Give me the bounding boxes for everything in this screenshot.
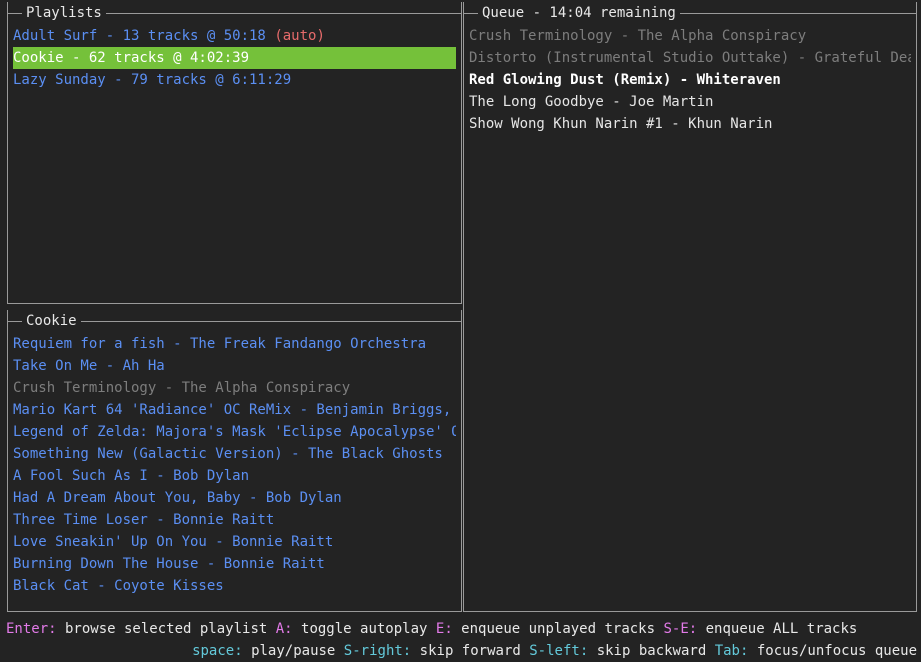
help-key: S-left:: [529, 643, 589, 659]
track-item[interactable]: Take On Me - Ah Ha: [13, 355, 456, 377]
track-item[interactable]: Crush Terminology - The Alpha Conspiracy: [13, 377, 456, 399]
queue-item-now-playing[interactable]: Red Glowing Dust (Remix) - Whiteraven: [469, 69, 911, 91]
track-item[interactable]: Black Cat - Coyote Kisses: [13, 575, 456, 597]
playlist-item-adult-surf[interactable]: Adult Surf - 13 tracks @ 50:18 (auto): [13, 25, 456, 47]
help-desc: skip forward: [411, 643, 530, 659]
help-desc: toggle autoplay: [292, 621, 436, 637]
help-desc: enqueue ALL tracks: [697, 621, 858, 637]
help-desc: focus/unfocus queue: [748, 643, 917, 659]
playlist-label: Adult Surf - 13 tracks @ 50:18: [13, 28, 266, 44]
queue-title: Queue - 14:04 remaining: [478, 2, 680, 24]
track-item[interactable]: Legend of Zelda: Majora's Mask 'Eclipse …: [13, 421, 456, 443]
help-key: E:: [435, 621, 453, 637]
queue-item[interactable]: The Long Goodbye - Joe Martin: [469, 91, 911, 113]
queue-pane: Queue - 14:04 remaining Crush Terminolog…: [463, 2, 917, 612]
track-item[interactable]: Requiem for a fish - The Freak Fandango …: [13, 333, 456, 355]
queue-item-played[interactable]: Crush Terminology - The Alpha Conspiracy: [469, 25, 911, 47]
track-item[interactable]: Love Sneakin' Up On You - Bonnie Raitt: [13, 531, 456, 553]
help-line-2: space: play/pause S-right: skip forward …: [6, 640, 917, 662]
help-desc: enqueue unplayed tracks: [452, 621, 664, 637]
playlists-title: Playlists: [22, 2, 106, 24]
help-key: S-E:: [663, 621, 698, 637]
help-key: Enter:: [6, 621, 57, 637]
help-line-1: Enter: browse selected playlist A: toggl…: [6, 618, 917, 640]
playlist-item-cookie[interactable]: Cookie - 62 tracks @ 4:02:39: [13, 47, 456, 69]
help-key: Tab:: [714, 643, 749, 659]
track-item[interactable]: Had A Dream About You, Baby - Bob Dylan: [13, 487, 456, 509]
help-key: A:: [275, 621, 293, 637]
help-desc: play/pause: [242, 643, 344, 659]
playlist-label: Lazy Sunday - 79 tracks @ 6:11:29: [13, 72, 292, 88]
help-key: S-right:: [343, 643, 412, 659]
tracks-title: Cookie: [22, 310, 81, 332]
track-item[interactable]: Burning Down The House - Bonnie Raitt: [13, 553, 456, 575]
queue-list: Crush Terminology - The Alpha Conspiracy…: [469, 25, 911, 135]
queue-item-played[interactable]: Distorto (Instrumental Studio Outtake) -…: [469, 47, 911, 69]
auto-tag: (auto): [274, 28, 325, 44]
tracks-pane: Cookie Requiem for a fish - The Freak Fa…: [7, 310, 462, 612]
help-key: space:: [192, 643, 243, 659]
playlist-label: Cookie - 62 tracks @ 4:02:39: [13, 50, 250, 66]
playlist-item-lazy-sunday[interactable]: Lazy Sunday - 79 tracks @ 6:11:29: [13, 69, 456, 91]
help-desc: browse selected playlist: [56, 621, 276, 637]
track-item[interactable]: Mario Kart 64 'Radiance' OC ReMix - Benj…: [13, 399, 456, 421]
playlists-list: Adult Surf - 13 tracks @ 50:18 (auto) Co…: [13, 25, 456, 91]
track-item[interactable]: Something New (Galactic Version) - The B…: [13, 443, 456, 465]
help-desc: skip backward: [588, 643, 715, 659]
tracks-list: Requiem for a fish - The Freak Fandango …: [13, 333, 456, 597]
track-item[interactable]: Three Time Loser - Bonnie Raitt: [13, 509, 456, 531]
track-item[interactable]: A Fool Such As I - Bob Dylan: [13, 465, 456, 487]
queue-item[interactable]: Show Wong Khun Narin #1 - Khun Narin: [469, 113, 911, 135]
playlists-pane: Playlists Adult Surf - 13 tracks @ 50:18…: [7, 2, 462, 304]
